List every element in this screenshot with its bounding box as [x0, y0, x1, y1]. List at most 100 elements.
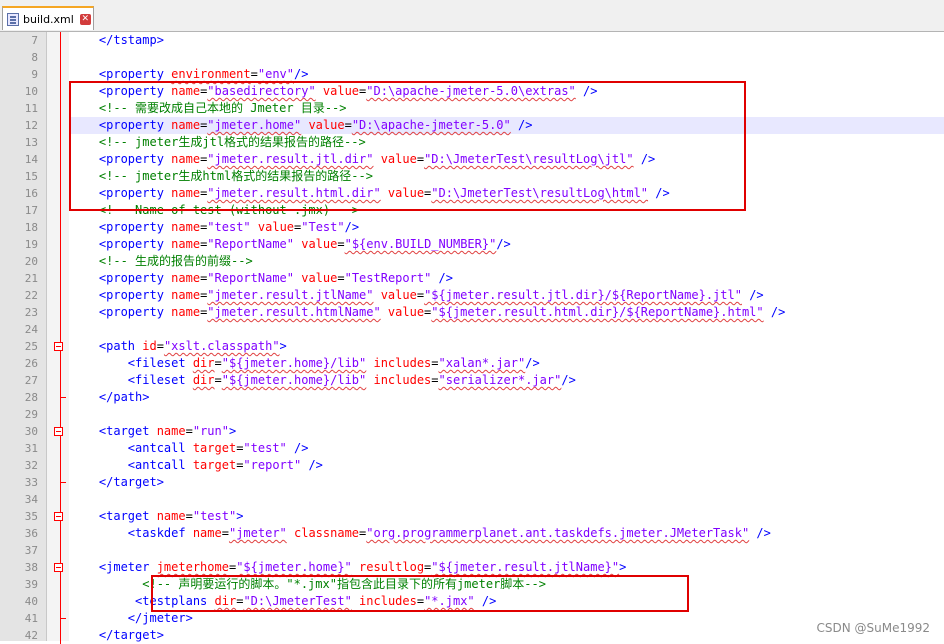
code-line: 29 [0, 406, 944, 423]
code-token-p [70, 203, 99, 217]
code-token-tag: /> [583, 84, 598, 98]
code-token-attr: value [387, 305, 425, 319]
code-token-p [70, 577, 142, 591]
code-token-attr: name [156, 424, 186, 438]
code-line: 38 <jmeter jmeterhome="${jmeter.home}" r… [0, 559, 944, 576]
line-number: 20 [24, 255, 38, 268]
code-line: 25 <path id="xslt.classpath"> [0, 338, 944, 355]
code-token-attr: name [171, 84, 201, 98]
code-text: </target> [70, 474, 944, 491]
code-token-p: = [156, 339, 164, 353]
line-number: 21 [24, 272, 38, 285]
code-token-p [634, 152, 641, 166]
code-token-attr: value [380, 288, 417, 302]
code-token-p [352, 560, 359, 574]
code-line: 37 [0, 542, 944, 559]
code-text: <!-- 需要改成自己本地的 Jmeter 目录--> [70, 100, 944, 117]
code-token-p [70, 526, 128, 540]
code-token-p [475, 594, 482, 608]
watermark: CSDN @SuMe1992 [816, 621, 930, 635]
line-number: 18 [24, 221, 38, 234]
code-token-val: "test" [207, 220, 251, 234]
fold-toggle-icon[interactable] [54, 512, 63, 521]
code-line: 33 </target> [0, 474, 944, 491]
code-token-attr: value [322, 84, 360, 98]
fold-guide-line [60, 351, 61, 397]
code-token-val: "org.programmerplanet.ant.taskdefs.jmete… [366, 526, 750, 540]
code-token-com: <!-- 需要改成自己本地的 Jmeter 目录--> [98, 101, 347, 115]
code-token-val: "${jmeter.result.jtl.dir}/${ReportName}.… [424, 288, 742, 302]
code-token-p: = [337, 271, 345, 285]
code-text: <fileset dir="${jmeter.home}/lib" includ… [70, 355, 944, 372]
code-line: 14 <property name = "jmeter.result.jtl.dir… [0, 151, 944, 168]
code-token-val: "jmeter.result.htmlName" [207, 305, 381, 319]
code-token-attr: name [171, 271, 201, 285]
code-token-val: "run" [192, 424, 229, 438]
code-text: <!-- 声明要运行的脚本。"*.jmx"指包含此目录下的所有jmeter脚本-… [70, 576, 944, 593]
code-token-val: "ReportName" [207, 237, 294, 251]
code-token-tag: </target> [98, 628, 164, 642]
line-number: 35 [24, 510, 38, 523]
code-line: 34 [0, 491, 944, 508]
tab-build-xml[interactable]: build.xml ✕ [2, 6, 94, 30]
code-token-p [511, 118, 518, 132]
code-line: 31 <antcall target="test" /> [0, 440, 944, 457]
code-text: <property name="ReportName" value="TestR… [70, 270, 944, 287]
code-token-tag: </path> [98, 390, 150, 404]
line-number: 7 [31, 34, 38, 47]
code-token-tag: <target [98, 424, 157, 438]
code-token-val: "D:\JmeterTest" [243, 594, 352, 608]
line-number: 41 [24, 612, 38, 625]
code-token-val: "*.jmx" [424, 594, 475, 608]
code-token-tag: <antcall [127, 458, 193, 472]
close-icon[interactable]: ✕ [79, 13, 91, 25]
code-text: <property name="test" value="Test"/> [70, 219, 944, 236]
code-line: 20 <!-- 生成的报告的前缀--> [0, 253, 944, 270]
code-token-p [287, 526, 294, 540]
code-token-tag: /> [496, 237, 511, 251]
code-token-p [287, 441, 294, 455]
code-token-attr: value [257, 220, 295, 234]
code-line: 27 <fileset dir="${jmeter.home}/lib" inc… [0, 372, 944, 389]
code-token-val: "xalan*.jar" [438, 356, 526, 370]
code-token-attr: name [171, 305, 201, 319]
line-number: 15 [24, 170, 38, 183]
code-line: 13 <!-- jmeter生成jtl格式的结果报告的路径--> [0, 134, 944, 151]
fold-toggle-icon[interactable] [54, 342, 63, 351]
code-token-p: = [431, 356, 439, 370]
code-token-p: = [185, 509, 193, 523]
fold-toggle-icon[interactable] [54, 563, 63, 572]
code-token-p [70, 441, 128, 455]
code-token-val: "D:\JmeterTest\resultLog\jtl" [424, 152, 634, 166]
line-number: 8 [31, 51, 38, 64]
code-token-p [70, 169, 99, 183]
code-token-tag: /> [438, 271, 453, 285]
code-token-p: = [337, 237, 345, 251]
code-token-val: "jmeter.home" [207, 118, 302, 132]
code-text: </tstamp> [70, 32, 944, 49]
code-token-p [576, 84, 583, 98]
line-number: 26 [24, 357, 38, 370]
code-text: <property name="jmeter.home" value="D:\a… [70, 117, 944, 134]
code-token-val: "Test" [301, 220, 345, 234]
code-text: </target> [70, 627, 944, 644]
code-token-tag: /> [749, 288, 764, 302]
code-line: 21 <property name="ReportName" value="Te… [0, 270, 944, 287]
code-text: <!-- Name of test (without .jmx) --> [70, 202, 944, 219]
code-token-p: = [214, 373, 222, 387]
code-token-p [70, 458, 128, 472]
code-editor[interactable]: 7 </tstamp> 8 9 <property environment="env… [0, 32, 944, 644]
code-token-val: "ReportName" [207, 271, 294, 285]
code-line: 16 <property name="jmeter.result.html.di… [0, 185, 944, 202]
code-token-p [70, 509, 99, 523]
line-number: 11 [24, 102, 38, 115]
fold-toggle-icon[interactable] [54, 427, 63, 436]
code-token-p [70, 305, 99, 319]
code-token-tag: <jmeter [98, 560, 157, 574]
code-token-val: "${jmeter.home}" [236, 560, 352, 574]
code-token-p: = [214, 356, 222, 370]
code-token-attr: target [192, 441, 237, 455]
code-token-attr: value [301, 237, 338, 251]
code-line: 35 <target name="test"> [0, 508, 944, 525]
